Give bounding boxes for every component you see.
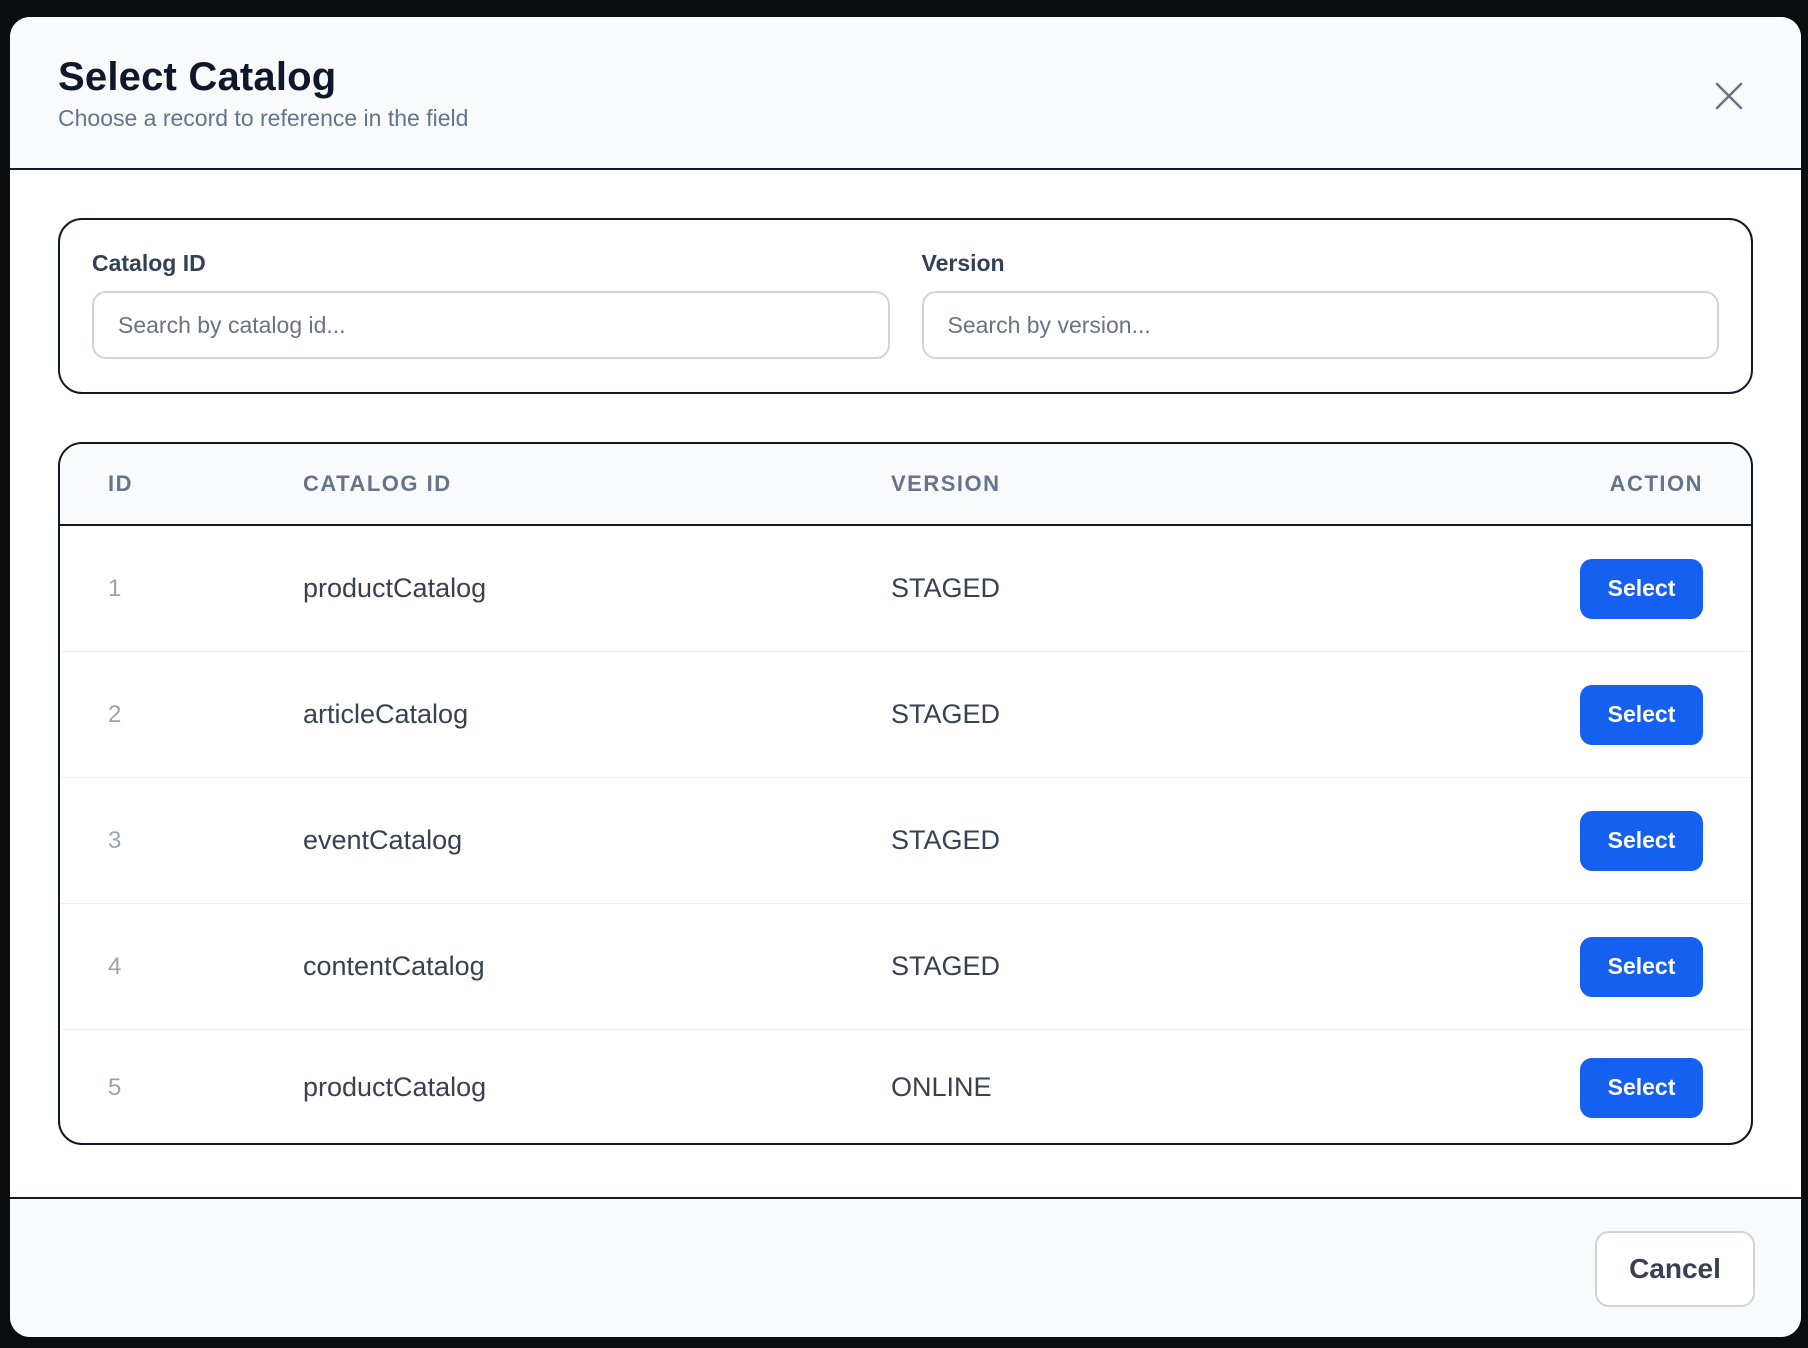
row-version: ONLINE [891,1072,992,1102]
header-catalog-id: CATALOG ID [303,471,452,496]
row-version: STAGED [891,951,1001,981]
table-row: 3 eventCatalog STAGED Select [60,778,1751,904]
version-filter: Version [921,250,1719,392]
table-row: 1 productCatalog STAGED Select [60,526,1751,652]
row-catalog-id: contentCatalog [303,951,485,981]
catalog-table: ID CATALOG ID VERSION ACTION 1 productCa… [58,442,1753,1145]
close-button[interactable] [1707,74,1751,118]
catalog-id-search-input[interactable] [92,291,890,359]
version-search-input[interactable] [921,291,1719,359]
cancel-button[interactable]: Cancel [1595,1231,1755,1307]
table-header: ID CATALOG ID VERSION ACTION [60,444,1751,526]
row-catalog-id: productCatalog [303,573,487,603]
select-button[interactable]: Select [1580,1057,1703,1118]
dialog-body: Catalog ID Version ID CATALOG ID VERSION… [10,170,1801,1197]
header-id: ID [108,471,133,496]
row-id: 1 [108,574,122,602]
header-action: ACTION [1609,471,1703,496]
catalog-id-label: Catalog ID [92,250,206,276]
row-catalog-id: articleCatalog [303,699,469,729]
row-version: STAGED [891,573,1001,603]
row-id: 2 [108,700,122,728]
catalog-id-filter: Catalog ID [92,250,890,392]
table-row: 4 contentCatalog STAGED Select [60,904,1751,1030]
table-row: 2 articleCatalog STAGED Select [60,652,1751,778]
dialog-header: Select Catalog Choose a record to refere… [10,17,1801,170]
dialog-subtitle: Choose a record to reference in the fiel… [58,105,469,131]
dialog-footer: Cancel [10,1197,1801,1337]
table-row: 5 productCatalog ONLINE Select [60,1030,1751,1143]
filter-panel: Catalog ID Version [58,218,1753,394]
row-catalog-id: eventCatalog [303,825,463,855]
header-version: VERSION [891,471,1001,496]
close-icon [1715,82,1743,110]
row-version: STAGED [891,825,1001,855]
row-id: 4 [108,952,122,980]
select-button[interactable]: Select [1580,558,1703,619]
row-catalog-id: productCatalog [303,1072,487,1102]
version-label: Version [921,250,1005,276]
select-button[interactable]: Select [1580,810,1703,871]
select-catalog-dialog: Select Catalog Choose a record to refere… [10,17,1801,1337]
row-id: 5 [108,1073,122,1101]
row-version: STAGED [891,699,1001,729]
select-button[interactable]: Select [1580,936,1703,997]
select-button[interactable]: Select [1580,684,1703,745]
row-id: 3 [108,826,122,854]
dialog-title: Select Catalog [58,55,337,99]
